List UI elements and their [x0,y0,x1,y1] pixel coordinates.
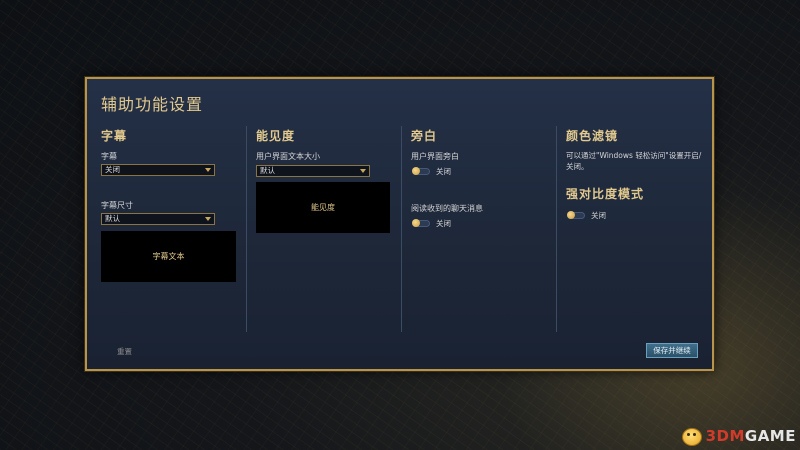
dialog-title: 辅助功能设置 [101,95,204,114]
subtitle-size-select[interactable]: 默认 [101,213,215,225]
ui-narration-toggle[interactable] [412,167,430,175]
narration-column: 旁白 用户界面旁白 关闭 阅读收到的聊天消息 关闭 [411,123,551,337]
subtitle-preview: 字幕文本 [101,231,236,282]
subtitle-size-label: 字幕尺寸 [101,201,133,210]
subtitles-column: 字幕 字幕 关闭 字幕尺寸 默认 字幕文本 [101,123,241,337]
ui-text-size-select-value: 默认 [260,166,275,175]
chevron-down-icon [360,169,366,173]
save-button-label: 保存并继续 [653,346,691,355]
watermark-text: 3DMGAME [706,427,796,445]
visibility-section-title: 能见度 [256,129,296,143]
reset-button[interactable]: 重置 [117,346,132,357]
subtitle-select-value: 关闭 [105,165,120,174]
color-filter-section-title: 颜色滤镜 [566,129,619,143]
mascot-eye [692,433,696,436]
color-filter-column: 颜色滤镜 可以通过"Windows 轻松访问"设置开启/关闭。 强对比度模式 关… [566,123,706,337]
subtitles-section-title: 字幕 [101,129,128,143]
column-divider [401,126,402,332]
save-and-continue-button[interactable]: 保存并继续 [646,343,698,358]
subtitle-size-select-value: 默认 [105,214,120,223]
high-contrast-section-title: 强对比度模式 [566,187,645,201]
ui-narration-toggle-row[interactable]: 关闭 [412,166,451,177]
visibility-preview: 能见度 [256,182,390,233]
subtitle-select[interactable]: 关闭 [101,164,215,176]
ui-narration-label: 用户界面旁白 [411,152,459,161]
watermark-logo: 3DMGAME [680,426,796,446]
toggle-knob [412,219,420,227]
mascot-face [681,428,702,446]
color-filter-description: 可以通过"Windows 轻松访问"设置开启/关闭。 [566,151,702,171]
watermark-text-a: 3DM [705,427,745,445]
column-divider [556,126,557,332]
chat-read-state: 关闭 [436,219,451,228]
chat-read-label: 阅读收到的聊天消息 [411,204,483,213]
toggle-knob [412,167,420,175]
ui-text-size-select[interactable]: 默认 [256,165,370,177]
column-divider [246,126,247,332]
mascot-icon [680,426,704,446]
chat-read-toggle[interactable] [412,219,430,227]
ui-narration-state: 关闭 [436,167,451,176]
watermark-text-b: GAME [744,427,796,445]
ui-text-size-label: 用户界面文本大小 [256,152,320,161]
narration-section-title: 旁白 [411,129,438,143]
chat-read-toggle-row[interactable]: 关闭 [412,218,451,229]
chevron-down-icon [205,168,211,172]
subtitle-label: 字幕 [101,152,117,161]
visibility-column: 能见度 用户界面文本大小 默认 能见度 [256,123,396,337]
high-contrast-toggle-row[interactable]: 关闭 [567,210,606,221]
chevron-down-icon [205,217,211,221]
high-contrast-toggle[interactable] [567,211,585,219]
toggle-knob [567,211,575,219]
subtitle-preview-text: 字幕文本 [152,252,185,261]
visibility-preview-text: 能见度 [311,203,335,212]
mascot-eye [686,433,690,436]
accessibility-settings-dialog: 辅助功能设置 字幕 字幕 关闭 字幕尺寸 默认 字幕文本 能见度 用户界面文本大… [85,77,714,371]
high-contrast-state: 关闭 [591,211,606,220]
